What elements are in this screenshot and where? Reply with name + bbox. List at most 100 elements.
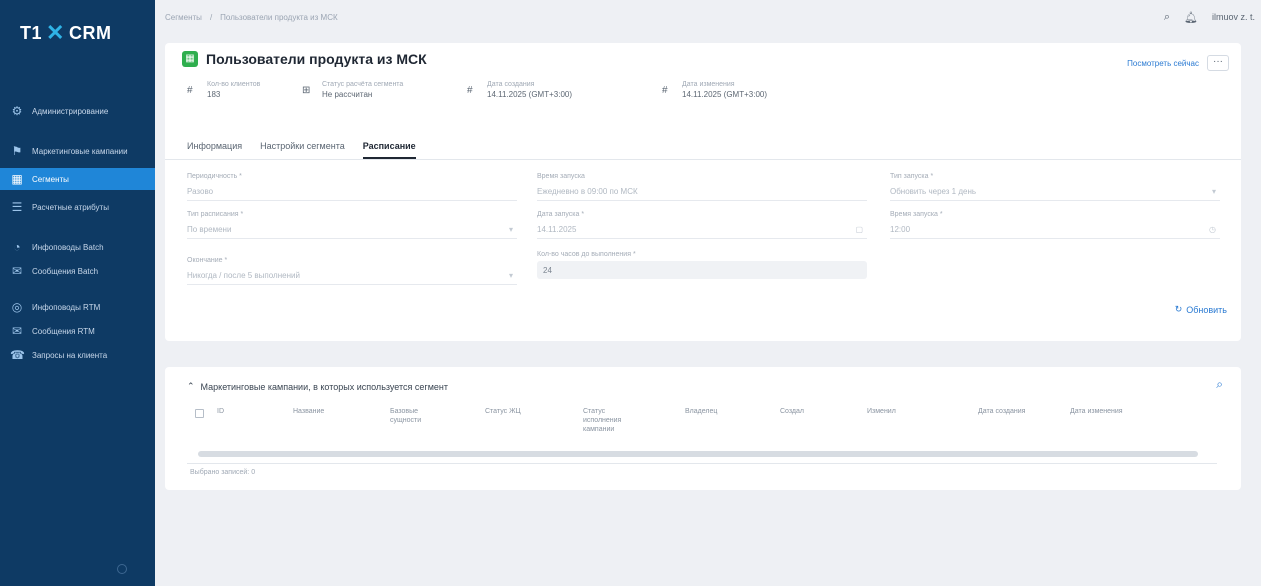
meta-label: Дата изменения [682,81,735,88]
column-modified-by[interactable]: Изменил [867,407,896,416]
sidebar-item-segments[interactable]: ▦ Сегменты [0,168,155,190]
infopovod-rtm-icon: ◎ [11,300,23,314]
meta-label: Дата создания [487,81,535,88]
periodicity-field[interactable]: Периодичность * Разово [187,173,517,201]
column-base-entities[interactable]: Базовые сущности [390,407,445,425]
sidebar-item-messages-rtm[interactable]: ✉ Сообщения RTM [0,320,155,342]
tab-settings[interactable]: Настройки сегмента [260,134,345,159]
campaigns-toggle[interactable]: ⌃ Маркетинговые кампании, в которых испо… [187,381,448,392]
hash-icon: # [187,84,193,96]
sidebar-nav: ⚙ Администрирование ⚑ Маркетинговые камп… [0,100,155,368]
field-label: Окончание * [187,257,228,264]
clock-icon: ◷ [1209,225,1216,234]
meta-clients: # Кол-во клиентов 183 [187,81,302,99]
meta-value: 14.11.2025 (GMT+3:00) [487,90,573,99]
search-icon[interactable]: ⌕ [1216,377,1223,392]
calendar-icon: # [467,84,473,96]
field-value: Обновить через 1 день [890,187,977,196]
field-value: Разово [187,187,214,196]
sidebar-item-label: Сегменты [32,174,69,184]
field-label: Периодичность * [187,173,242,180]
breadcrumb-segments[interactable]: Сегменты [165,13,202,22]
sidebar-item-infopovod-batch[interactable]: ◔ Инфоповоды Batch [0,236,155,258]
sidebar-item-label: Маркетинговые кампании [32,146,128,156]
collapse-sidebar-button[interactable] [117,564,127,574]
status-icon: ⊞ [302,84,311,96]
breadcrumb-current: Пользователи продукта из МСК [220,12,338,22]
field-label: Кол-во часов до выполнения * [537,251,636,258]
chevron-down-icon: ▾ [508,225,513,234]
flag-icon: ⚑ [11,144,23,158]
launch-time-field[interactable]: Время запуска * 12:00 ◷ [890,211,1220,239]
meta-value: 183 [207,90,221,99]
sidebar: T1 ✕ CRM ⚙ Администрирование ⚑ Маркетинг… [0,0,155,586]
field-value: Ежедневно в 09:00 по МСК [537,187,638,196]
sidebar-item-label: Запросы на клиента [32,350,108,360]
infopovod-icon: ◔ [13,240,21,254]
meta-value: 14.11.2025 (GMT+3:00) [682,90,768,99]
tab-schedule[interactable]: Расписание [362,134,416,159]
launch-type-field[interactable]: Тип запуска * Обновить через 1 день ▾ [890,173,1220,201]
selected-count: Выбрано записей: 0 [190,469,256,476]
tab-info[interactable]: Информация [187,134,242,159]
refresh-button[interactable]: ↻ Обновить [1175,304,1227,315]
sidebar-item-label: Сообщения Batch [32,266,99,276]
run-time-field[interactable]: Время запуска Ежедневно в 09:00 по МСК [537,173,867,201]
segment-header: ▦ Пользователи продукта из МСК Посмотрет… [165,43,1241,143]
chevron-down-icon: ▾ [1211,187,1216,196]
refresh-label: Обновить [1186,304,1227,315]
tab-bar: Информация Настройки сегмента Расписание [187,134,416,159]
sidebar-item-infopovod-rtm[interactable]: ◎ Инфоповоды RTM [0,296,155,318]
chevron-down-icon: ▾ [508,271,513,280]
refresh-icon: ↻ [1174,304,1183,314]
column-modified-date[interactable]: Дата изменения [1070,407,1123,416]
calendar-icon: # [662,84,668,96]
horizontal-scrollbar[interactable] [198,451,1198,457]
meta-created: # Дата создания 14.11.2025 (GMT+3:00) [467,81,662,99]
field-value: 24 [543,265,552,275]
select-all-checkbox[interactable] [195,409,204,418]
column-lifecycle-status[interactable]: Статус ЖЦ [485,407,521,416]
column-owner[interactable]: Владелец [685,407,717,416]
logo-t1: T1 [20,22,43,43]
search-icon[interactable]: ⌕ [1164,11,1170,24]
sidebar-item-admin[interactable]: ⚙ Администрирование [0,100,155,122]
schedule-type-field[interactable]: Тип расписания * По времени ▾ [187,211,517,239]
hours-field[interactable]: Кол-во часов до выполнения * 24 [537,251,867,279]
table-header: ID Название Базовые сущности Статус ЖЦ С… [195,407,1215,447]
topbar: Сегменты / Пользователи продукта из МСК … [165,6,1255,28]
sidebar-item-campaigns[interactable]: ⚑ Маркетинговые кампании [0,136,155,166]
column-created-by[interactable]: Создал [780,407,804,416]
more-button[interactable]: ··· [1207,55,1229,71]
column-name[interactable]: Название [293,407,324,416]
field-value: 14.11.2025 [537,225,577,234]
attributes-icon: ☰ [11,200,23,214]
column-id[interactable]: ID [217,407,224,416]
sidebar-item-messages-batch[interactable]: ✉ Сообщения Batch [0,260,155,282]
sidebar-item-attributes[interactable]: ☰ Расчетные атрибуты [0,192,155,222]
phone-icon: ☎ [10,348,25,362]
column-created-date[interactable]: Дата создания [978,407,1025,416]
meta-status: ⊞ Статус расчёта сегмента Не рассчитан [302,81,467,99]
field-label: Тип расписания * [187,211,244,218]
user-name[interactable]: ilmuov z. t. [1212,12,1255,22]
campaigns-panel: ⌃ Маркетинговые кампании, в которых испо… [165,367,1241,490]
sidebar-item-label: Сообщения RTM [32,326,95,336]
logo-x-icon: ✕ [46,20,65,45]
calendar-icon: ▢ [855,225,863,234]
field-label: Дата запуска * [537,211,585,218]
sidebar-item-label: Расчетные атрибуты [32,202,109,212]
meta-modified: # Дата изменения 14.11.2025 (GMT+3:00) [662,81,862,99]
field-value: Никогда / после 5 выполнений [187,271,300,280]
sidebar-item-client-requests[interactable]: ☎ Запросы на клиента [0,344,155,366]
bell-icon[interactable]: 🔔︎ [1184,11,1198,24]
message-icon: ✉ [11,264,23,278]
column-execution-status[interactable]: Статус исполнения кампании [583,407,643,434]
logo[interactable]: T1 ✕ CRM [20,22,111,44]
launch-date-field[interactable]: Дата запуска * 14.11.2025 ▢ [537,211,867,239]
show-now-link[interactable]: Посмотреть сейчас [1127,59,1199,68]
end-field[interactable]: Окончание * Никогда / после 5 выполнений… [187,257,517,285]
page-title: Пользователи продукта из МСК [206,51,427,67]
chevron-up-icon: ⌃ [187,381,195,391]
breadcrumb-separator: / [209,12,213,22]
